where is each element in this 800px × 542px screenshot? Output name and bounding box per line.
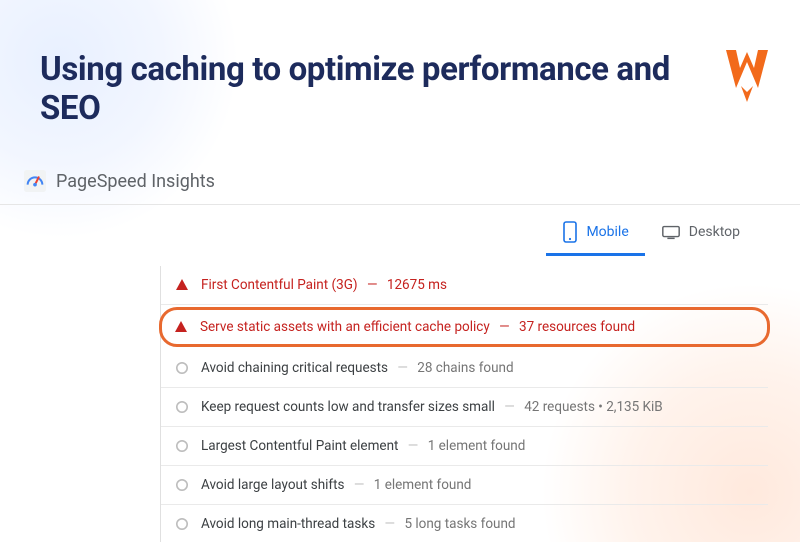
audit-list: First Contentful Paint (3G) — 12675 ms Se…	[160, 266, 768, 542]
status-neutral-icon	[175, 517, 189, 531]
audit-label: Largest Contentful Paint element	[201, 438, 398, 454]
audit-row[interactable]: Avoid large layout shifts — 1 element fo…	[161, 466, 768, 505]
tab-mobile-label: Mobile	[586, 224, 628, 240]
status-neutral-icon	[175, 400, 189, 414]
separator: —	[404, 438, 421, 454]
status-fail-icon	[175, 278, 189, 292]
pagespeed-insights-icon	[24, 170, 46, 192]
separator: —	[501, 399, 518, 415]
audit-detail: 1 element found	[374, 477, 472, 493]
audit-row[interactable]: Serve static assets with an efficient ca…	[159, 307, 770, 347]
audit-row[interactable]: First Contentful Paint (3G) — 12675 ms	[161, 266, 768, 305]
audit-detail: 42 requests • 2,135 KiB	[524, 399, 663, 415]
audit-detail: 1 element found	[428, 438, 526, 454]
audit-row[interactable]: Avoid chaining critical requests — 28 ch…	[161, 349, 768, 388]
psi-header: PageSpeed Insights	[0, 128, 800, 205]
audit-detail: 37 resources found	[519, 319, 635, 335]
audit-label: Avoid chaining critical requests	[201, 360, 388, 376]
audit-detail: 28 chains found	[417, 360, 513, 376]
audit-row[interactable]: Keep request counts low and transfer siz…	[161, 388, 768, 427]
audit-label: Avoid large layout shifts	[201, 477, 345, 493]
desktop-icon	[661, 224, 681, 240]
audit-label: First Contentful Paint (3G)	[201, 277, 358, 293]
audit-detail: 5 long tasks found	[404, 516, 515, 532]
separator: —	[394, 360, 411, 376]
separator: —	[381, 516, 398, 532]
tab-desktop[interactable]: Desktop	[645, 213, 756, 256]
status-neutral-icon	[175, 478, 189, 492]
separator: —	[496, 319, 513, 335]
audit-label: Avoid long main-thread tasks	[201, 516, 375, 532]
tab-desktop-label: Desktop	[689, 224, 740, 240]
status-fail-icon	[174, 320, 188, 334]
wp-rocket-logo-icon	[724, 48, 770, 102]
separator: —	[351, 477, 368, 493]
tab-mobile[interactable]: Mobile	[546, 213, 644, 256]
audit-row[interactable]: Largest Contentful Paint element — 1 ele…	[161, 427, 768, 466]
separator: —	[364, 277, 381, 293]
audit-label: Serve static assets with an efficient ca…	[200, 319, 490, 335]
device-tabs: Mobile Desktop	[0, 205, 800, 256]
title-area: Using caching to optimize performance an…	[0, 0, 800, 128]
audit-detail: 12675 ms	[387, 277, 447, 293]
page-title: Using caching to optimize performance an…	[40, 50, 724, 128]
audit-label: Keep request counts low and transfer siz…	[201, 399, 495, 415]
psi-label: PageSpeed Insights	[56, 171, 215, 192]
status-neutral-icon	[175, 361, 189, 375]
mobile-icon	[562, 221, 578, 243]
audit-row[interactable]: Avoid long main-thread tasks — 5 long ta…	[161, 505, 768, 542]
status-neutral-icon	[175, 439, 189, 453]
